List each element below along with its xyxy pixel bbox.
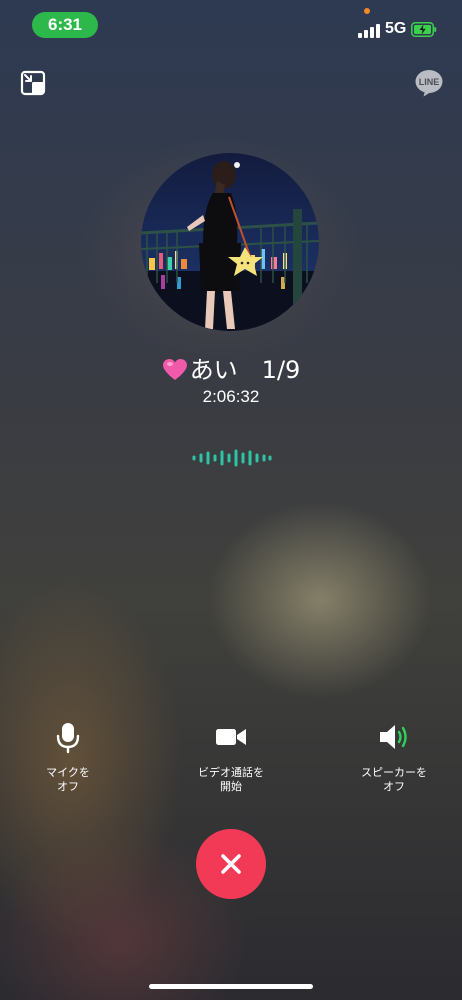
video-camera-icon: [216, 729, 246, 745]
call-duration: 2:06:32: [202, 387, 260, 406]
close-icon: [221, 854, 241, 874]
pink-heart-icon: [162, 359, 187, 380]
mute-label: マイクを オフ: [46, 766, 90, 793]
call-controls: マイクを オフ ビデオ通話を 開始 スピーカーを オフ: [0, 720, 462, 800]
status-bar: 6:31 5G: [0, 0, 462, 50]
caller-avatar: [141, 153, 319, 331]
battery-charging-icon: [411, 22, 437, 37]
start-video-button[interactable]: ビデオ通話を 開始: [171, 720, 291, 794]
speaker-on-icon: [380, 725, 407, 749]
speaker-label: スピーカーを オフ: [361, 766, 427, 793]
audio-level-indicator: [192, 449, 272, 467]
speaker-button[interactable]: スピーカーを オフ: [334, 720, 454, 794]
signal-strength-icon: [358, 22, 380, 38]
privacy-indicator-dot: [364, 8, 370, 14]
start-video-label: ビデオ通話を 開始: [198, 766, 264, 793]
end-call-button[interactable]: [196, 829, 266, 899]
network-type: 5G: [385, 20, 407, 37]
status-time[interactable]: 6:31: [32, 12, 98, 38]
line-logo-icon: LINE: [414, 68, 444, 98]
line-logo-text: LINE: [419, 77, 440, 87]
mute-button[interactable]: マイクを オフ: [8, 720, 128, 794]
microphone-icon: [56, 723, 80, 754]
caller-name: あい 1/9: [0, 350, 462, 385]
caller-name-text: あい 1/9: [189, 356, 301, 384]
home-indicator[interactable]: [149, 984, 313, 989]
minimize-window-icon[interactable]: [20, 70, 46, 96]
